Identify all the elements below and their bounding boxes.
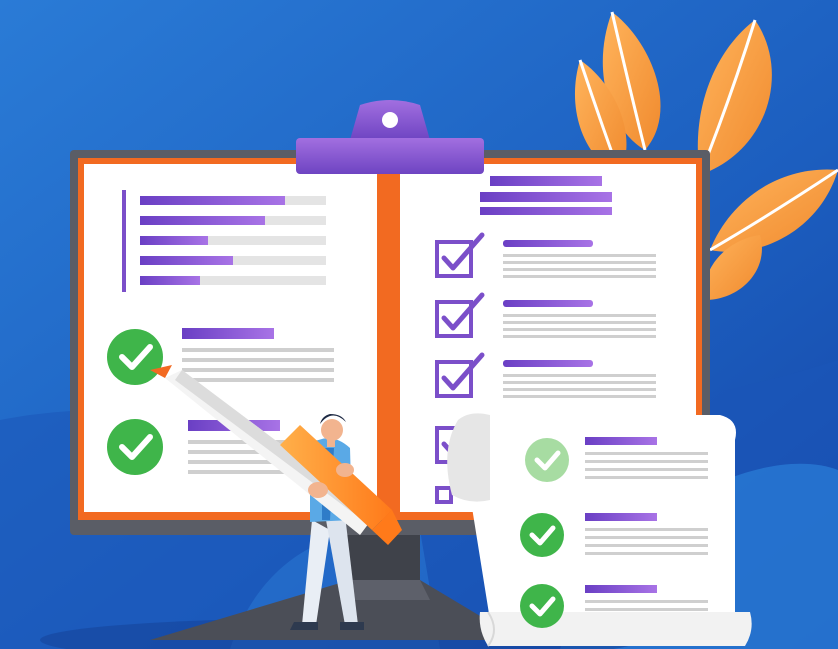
right-page-header [480, 176, 612, 215]
check-circle-icon [525, 438, 569, 482]
illustration-scene [0, 0, 838, 649]
check-circle-icon [520, 513, 564, 557]
check-circle-icon [107, 419, 163, 475]
check-circle-icon [520, 584, 564, 628]
check-circle-icon [107, 329, 163, 385]
paper-scroll [447, 413, 752, 647]
checklist-illustration [0, 0, 838, 649]
